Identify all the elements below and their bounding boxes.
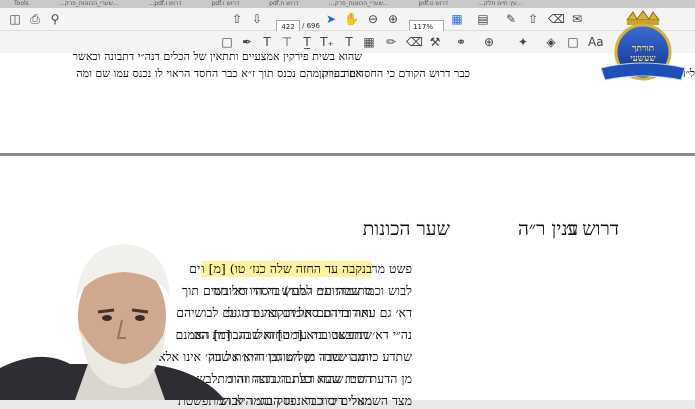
col-left-line-7: מגולים כי כבר נפסק ונגמר לבוש [219, 393, 372, 408]
eraser-icon[interactable]: ⌫ [406, 35, 423, 49]
fill-icon[interactable]: ◈ [544, 35, 558, 49]
print-icon[interactable]: ⎙ [28, 12, 42, 26]
zoom-in-icon[interactable]: ⊕ [386, 12, 400, 26]
page-total: / 696 [302, 22, 320, 30]
mail-icon[interactable]: ✉ [570, 12, 584, 26]
select-arrow-icon[interactable]: ➤ [324, 12, 338, 26]
presenter-video [0, 238, 225, 400]
subscript-icon[interactable]: T₊ [320, 35, 334, 49]
textbox-icon[interactable]: T [342, 35, 356, 49]
col-left-line-1: בנקבה עד החזה שלה כנז׳ טו) [מ] ו [201, 261, 372, 277]
tab-pdf-6[interactable]: pdf.דרוש ט [405, 0, 463, 8]
strike-icon[interactable]: ⊤ [280, 35, 294, 49]
shape-icon[interactable]: ⊕ [482, 35, 496, 49]
comment-icon[interactable]: ▤ [476, 12, 490, 26]
col-left-line-2: סתומות ע״י הלבוש דיסוד דא׳ המ [213, 283, 372, 298]
tab-pdf-4[interactable]: pdf.דרוש ח [255, 0, 313, 8]
sign-icon[interactable]: ✎ [504, 12, 518, 26]
col-left-line-6: הת״ת שבה וכל גבו׳ דנצח והוד [227, 371, 372, 386]
pin-icon[interactable]: ✦ [516, 35, 530, 49]
attach-icon[interactable]: ⚭ [454, 35, 468, 49]
main-toolbar: ◫ ⎙ ⚲ ⇧ ⇩ 422 / 696 ➤ ✋ ⊖ ⊕ 117% ▦ ▤ ✎ ⇧… [0, 8, 695, 34]
browser-tab-strip: Tools ...שערי_הכוונות_פרק... ...pdf.דרוש… [0, 0, 695, 8]
upper-text-line-1: שהוא בשית פירקין אמצעיים ותתאין של הכלים… [72, 50, 362, 63]
stamp-icon[interactable]: ⚒ [428, 35, 442, 49]
tab-pdf-2[interactable]: ...pdf.דרוש ו [135, 0, 196, 8]
upper-right-text-line: כבר דרוש הקודם כי החסדים בהיותן [318, 67, 470, 80]
logo-text: תורתך שעשעי [630, 44, 656, 64]
underline-text-icon[interactable]: T̲ [300, 35, 314, 49]
tab-tools[interactable]: Tools [0, 0, 43, 8]
site-logo: תורתך שעשעי [597, 10, 689, 90]
tab-pdf-5[interactable]: ...שערי_הכוונות_פרק... [315, 0, 403, 8]
highlight-icon[interactable]: ✏ [384, 35, 398, 49]
shapes-icon[interactable]: □ [566, 35, 580, 49]
callout-icon[interactable]: ▦ [362, 35, 376, 49]
col-left-line-5: והגבו׳ שבה ושליש גבו׳ הת״ת שבה [207, 349, 372, 364]
page-down-icon[interactable]: ⇩ [250, 12, 264, 26]
page-up-icon[interactable]: ⇧ [230, 12, 244, 26]
hand-icon[interactable]: ✋ [344, 12, 359, 26]
tab-pdf-1[interactable]: ...שערי_הכוונות_פרק... [45, 0, 133, 8]
page-header-center: שער הכונות [362, 218, 450, 240]
zoom-out-icon[interactable]: ⊖ [366, 12, 380, 26]
search-icon[interactable]: ⚲ [48, 12, 62, 26]
text-icon[interactable]: T [260, 35, 274, 49]
share-icon[interactable]: ⇧ [526, 12, 540, 26]
pdf-page-upper: שהוא בשית פירקין אמצעיים ותתאין של הכלים… [0, 50, 695, 153]
save-icon[interactable]: ◫ [8, 12, 22, 26]
fit-icon[interactable]: ▦ [450, 12, 464, 26]
tab-pdf-3[interactable]: pdf.דרוש ז [198, 0, 254, 8]
page-header-left: ענין ר״ה [518, 218, 579, 240]
delete-icon[interactable]: ⌫ [548, 12, 565, 26]
pen-icon[interactable]: ✒ [240, 35, 254, 49]
tab-pdf-7[interactable]: ...עץ חיים חלק... [464, 0, 536, 8]
col-left-line-3: ואורותיהם סתומים ואינם מגולי [224, 305, 372, 320]
note-icon[interactable]: □ [220, 35, 234, 49]
